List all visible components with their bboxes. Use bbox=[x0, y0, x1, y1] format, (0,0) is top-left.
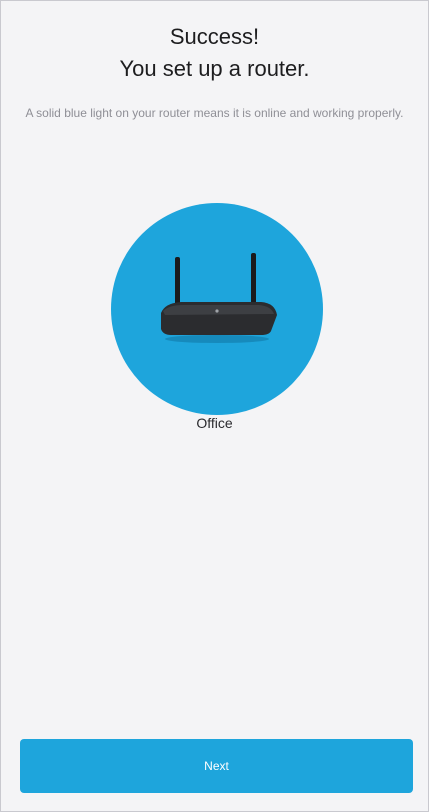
status-description: A solid blue light on your router means … bbox=[25, 106, 404, 120]
next-button[interactable]: Next bbox=[20, 739, 413, 793]
router-circle bbox=[111, 203, 323, 415]
success-heading: Success! You set up a router. bbox=[1, 21, 428, 85]
router-illustration bbox=[111, 203, 323, 415]
router-icon bbox=[161, 253, 277, 343]
success-subtitle: You set up a router. bbox=[119, 56, 310, 81]
setup-success-screen: Success! You set up a router. A solid bl… bbox=[0, 0, 429, 812]
router-name-label: Office bbox=[196, 415, 233, 431]
success-title: Success! bbox=[169, 24, 260, 49]
